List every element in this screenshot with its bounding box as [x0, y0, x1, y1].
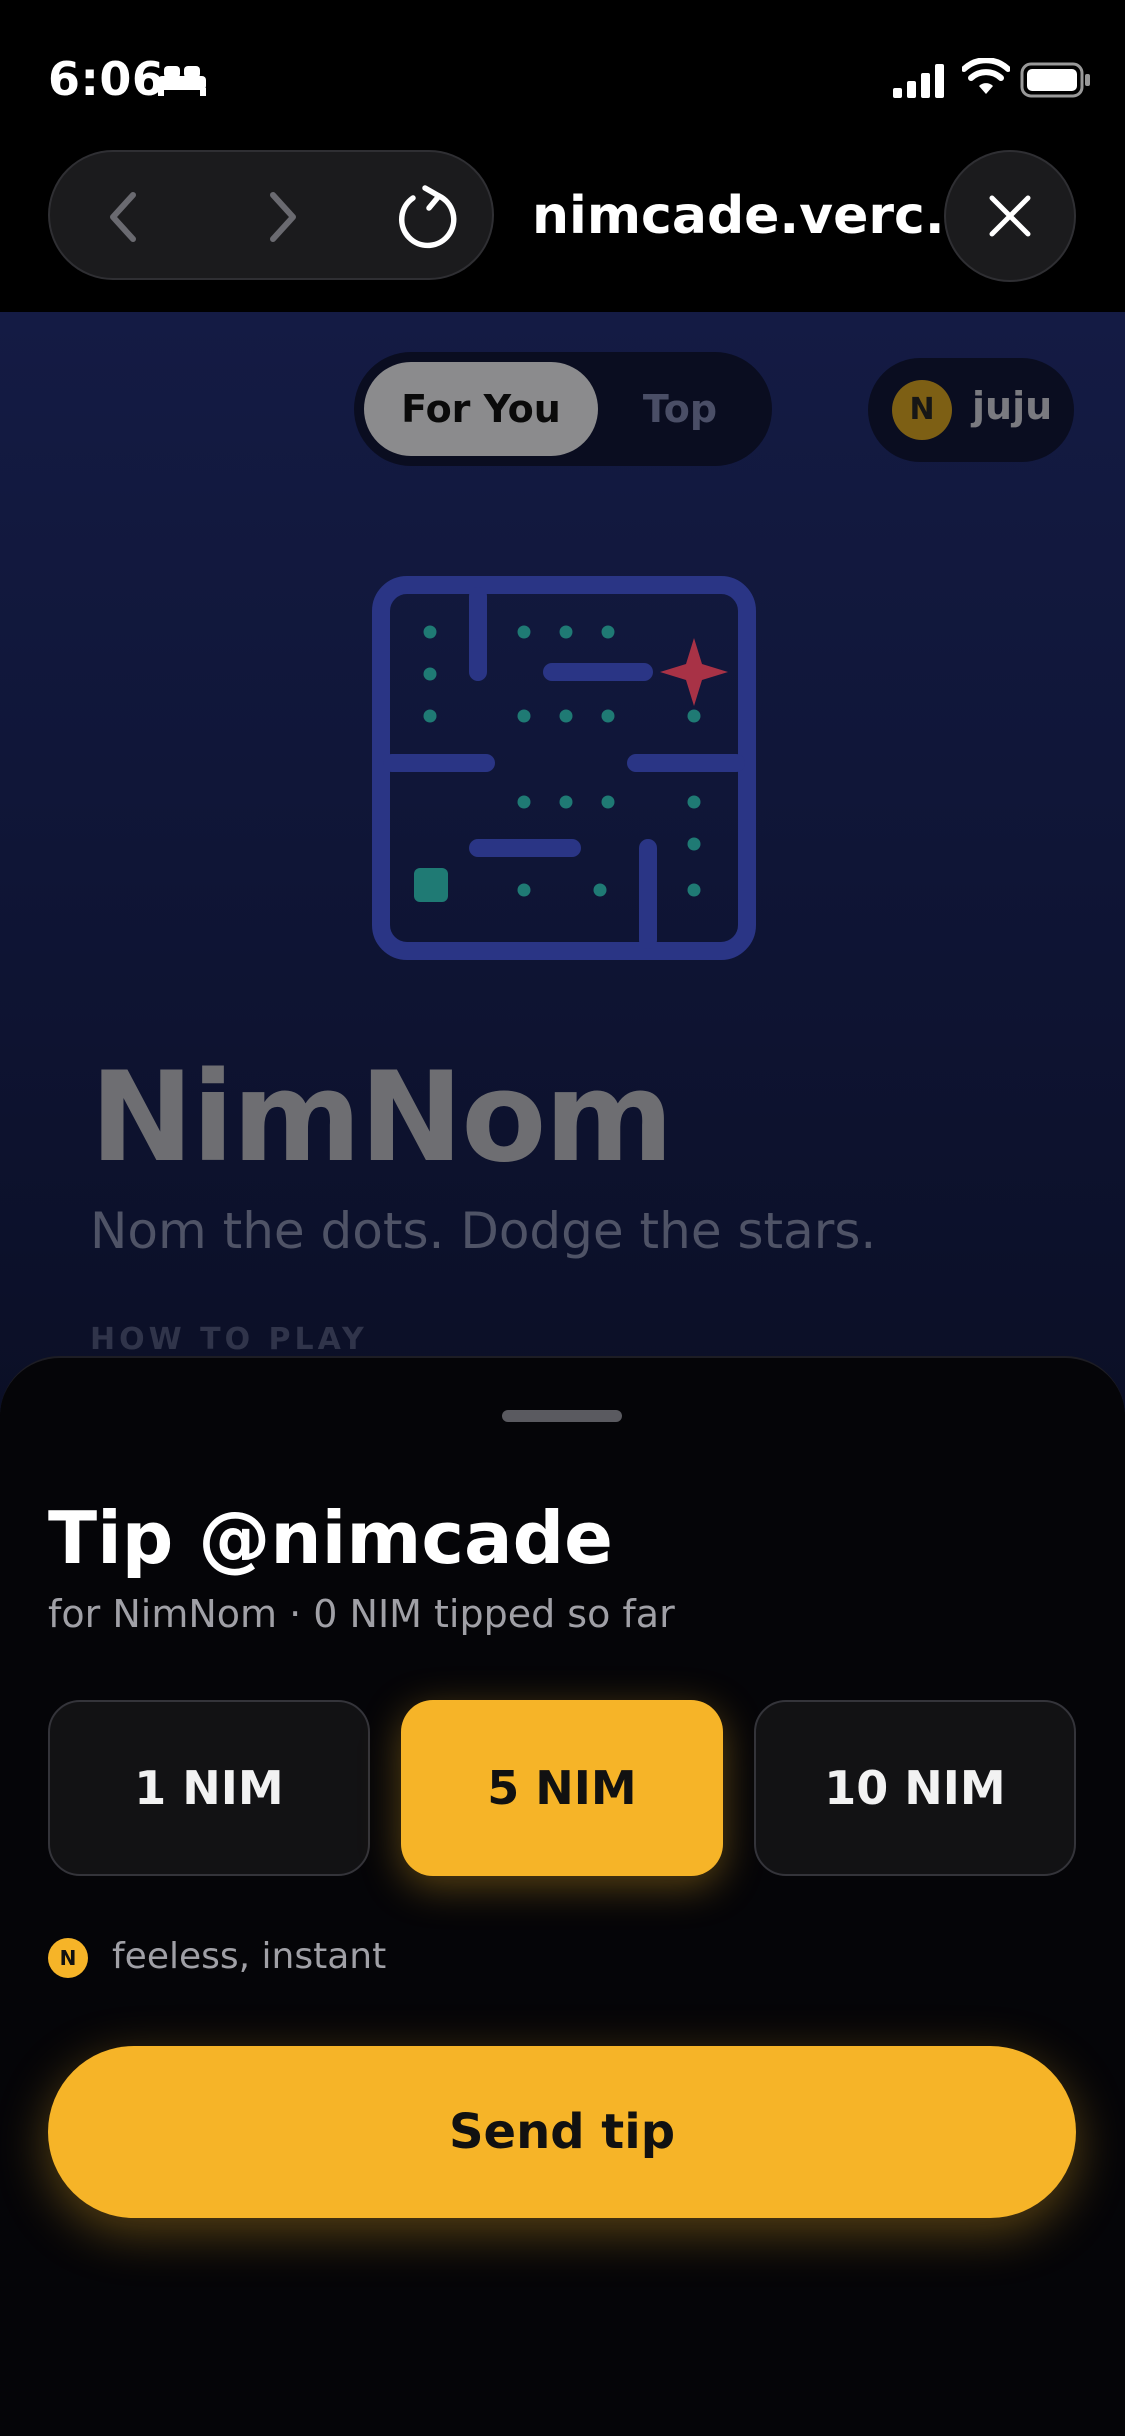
game-tagline: Nom the dots. Dodge the stars.: [90, 1202, 877, 1260]
wifi-icon: [962, 58, 1010, 94]
game-page: For You Top N juju NimNom Nom the dots. …: [0, 312, 1125, 1412]
tip-amount-option-5[interactable]: 5 NIM: [401, 1700, 723, 1876]
close-icon: [989, 195, 1031, 237]
game-title: NimNom: [90, 1046, 674, 1190]
back-icon: [110, 192, 136, 242]
cellular-signal-icon: [893, 64, 944, 98]
nim-coin-icon: N: [892, 380, 952, 440]
tip-amount-option-10[interactable]: 10 NIM: [754, 1700, 1076, 1876]
reload-icon: [398, 185, 457, 249]
status-time: 6:06: [48, 52, 165, 106]
feed-tab-switcher: For You Top: [354, 352, 772, 466]
user-chip[interactable]: N juju: [868, 358, 1074, 462]
close-browser-button[interactable]: [944, 150, 1076, 282]
tip-sheet-title: Tip @nimcade: [48, 1496, 613, 1580]
star-enemy-icon: [660, 638, 728, 706]
tip-sheet-subtitle: for NimNom · 0 NIM tipped so far: [48, 1592, 675, 1636]
how-to-play-heading: HOW TO PLAY: [90, 1322, 368, 1357]
url-bar[interactable]: nimcade.verc...: [532, 186, 984, 246]
nim-coin-icon: N: [48, 1938, 88, 1978]
sheet-drag-handle[interactable]: [502, 1410, 622, 1422]
tab-for-you[interactable]: For You: [364, 362, 598, 456]
forward-button[interactable]: [246, 180, 320, 254]
browser-toolbar: nimcade.verc...: [0, 150, 1125, 312]
browser-nav-controls: [48, 150, 494, 280]
back-button[interactable]: [86, 180, 160, 254]
tab-top[interactable]: Top: [598, 362, 762, 456]
bed-icon: [158, 66, 206, 96]
username: juju: [972, 384, 1053, 428]
reload-button[interactable]: [390, 180, 464, 254]
status-bar: 6:06: [0, 0, 1125, 150]
tip-amount-option-1[interactable]: 1 NIM: [48, 1700, 370, 1876]
game-maze-icon: [372, 576, 756, 960]
forward-icon: [270, 192, 296, 242]
fee-note: feeless, instant: [112, 1936, 387, 1977]
battery-icon: [1020, 62, 1090, 98]
send-tip-button[interactable]: Send tip: [48, 2046, 1076, 2218]
tip-sheet: Tip @nimcade for NimNom · 0 NIM tipped s…: [0, 1356, 1125, 2436]
